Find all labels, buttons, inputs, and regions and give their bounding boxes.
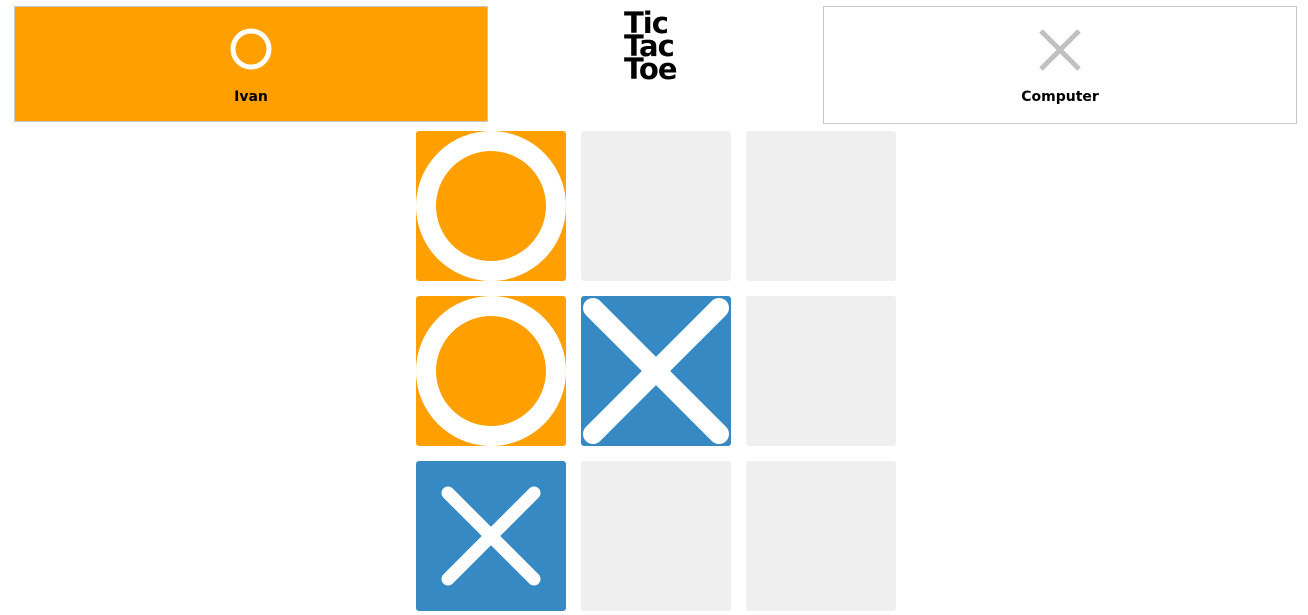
player-name: Ivan — [234, 89, 268, 105]
circle-icon — [416, 296, 566, 446]
circle-icon — [416, 131, 566, 281]
logo-line: Toe — [624, 52, 678, 86]
cross-icon — [1039, 29, 1081, 71]
board-cell[interactable] — [581, 131, 731, 281]
cross-icon — [441, 486, 541, 586]
cross-icon — [583, 298, 729, 444]
board-cell[interactable] — [746, 131, 896, 281]
board-cell — [581, 296, 731, 446]
board-cell[interactable] — [746, 461, 896, 611]
player-card-ivan: Ivan — [14, 6, 488, 122]
board-cell[interactable] — [746, 296, 896, 446]
board-cell — [416, 461, 566, 611]
board-cell — [416, 131, 566, 281]
board-cell[interactable] — [581, 461, 731, 611]
board-cell — [416, 296, 566, 446]
player-name: Computer — [1021, 89, 1099, 105]
player-card-computer: Computer — [823, 6, 1297, 124]
circle-icon — [230, 28, 272, 70]
game-logo: Tic Tac Toe — [624, 9, 694, 86]
